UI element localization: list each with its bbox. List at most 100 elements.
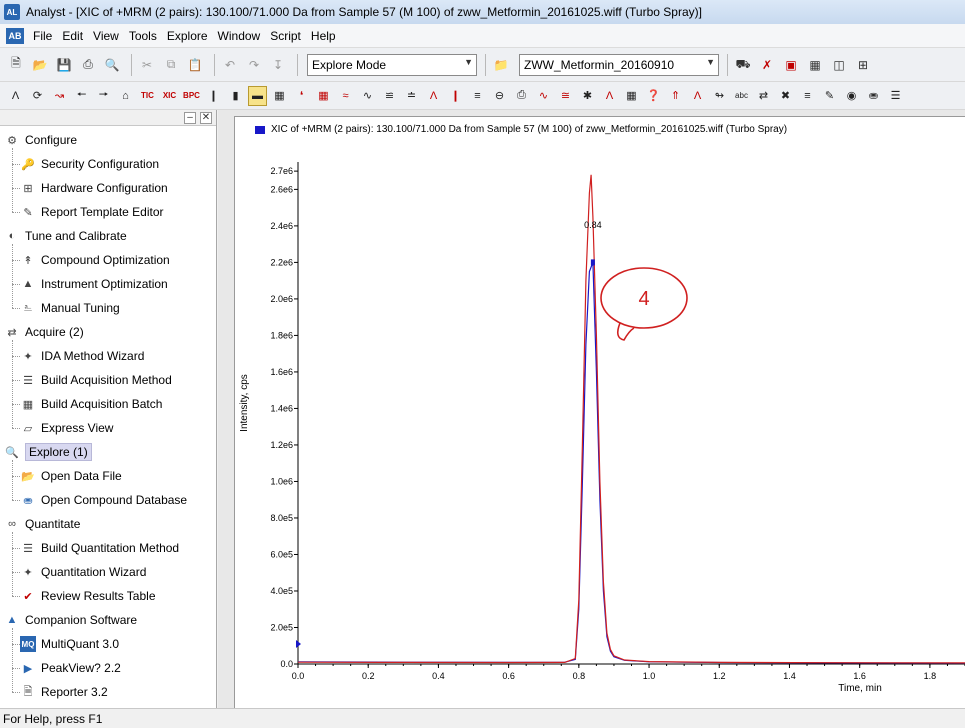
nav-item-acquire-2[interactable]: ⇄ Acquire (2) (4, 322, 83, 342)
mode-select[interactable]: Explore Mode ▼ (307, 53, 477, 76)
lock-document-icon[interactable]: ▣ (781, 55, 801, 75)
baseline-icon[interactable]: ≈ (336, 86, 355, 106)
ratio-icon[interactable]: Λ (600, 86, 619, 106)
peak-label-icon[interactable]: Λ (424, 86, 443, 106)
peak-list-icon[interactable]: ▦ (314, 86, 333, 106)
nav-item-tune-and-calibrate[interactable]: ◐ Tune and Calibrate (4, 226, 127, 246)
home-icon[interactable]: ⌂ (116, 86, 135, 106)
menu-tools[interactable]: Tools (124, 27, 162, 45)
centroid-icon[interactable]: ❙ (446, 86, 465, 106)
mdi-document-icon[interactable]: AB (6, 27, 24, 44)
menu-view[interactable]: View (88, 27, 124, 45)
undo-icon[interactable]: ↶ (220, 55, 240, 75)
new-document-icon[interactable]: 🗎 (6, 55, 26, 75)
nav-item-explore-1[interactable]: 🔍 Explore (1) (4, 442, 92, 462)
nav-item-review-results-table[interactable]: ✔ Review Results Table (20, 586, 155, 606)
ladder-icon[interactable]: ≡ (798, 86, 817, 106)
nav-item-multiquant-3-0[interactable]: MQ MultiQuant 3.0 (20, 634, 119, 654)
arrow-left-icon[interactable]: 🠔 (72, 86, 91, 106)
print-preview-icon[interactable]: 🔍 (102, 55, 122, 75)
spectrum-icon[interactable]: ❙ (204, 86, 223, 106)
open-folder-icon[interactable]: 📂 (30, 55, 50, 75)
close-icon[interactable]: ✕ (200, 111, 212, 124)
clear-icon[interactable]: ↝ (50, 86, 69, 106)
print-icon[interactable]: ⎙ (78, 55, 98, 75)
nav-item-quantitate[interactable]: ∞ Quantitate (4, 514, 80, 534)
highlight-chart-icon[interactable]: ▬ (248, 85, 267, 106)
menu-help[interactable]: Help (306, 27, 341, 45)
redo-icon[interactable]: ↷ (244, 55, 264, 75)
arrow-right-icon[interactable]: 🠖 (94, 86, 113, 106)
edit-chart-icon[interactable]: ✎ (820, 86, 839, 106)
truck-icon[interactable]: ⛟ (733, 55, 753, 75)
filter-icon[interactable]: ✱ (578, 86, 597, 106)
nav-item-instrument-optimization[interactable]: ▲ Instrument Optimization (20, 274, 168, 294)
copy-icon[interactable]: ⧉ (161, 55, 181, 75)
overlay-icon[interactable]: ≐ (402, 86, 421, 106)
menu-window[interactable]: Window (213, 27, 266, 45)
cross-arrow-icon[interactable]: ✖ (776, 86, 795, 106)
menu-edit[interactable]: Edit (57, 27, 88, 45)
subtract-icon[interactable]: ⊖ (490, 86, 509, 106)
project-select[interactable]: ZWW_Metformin_20160910 ▼ (519, 53, 719, 76)
arrows-icon[interactable]: ⇄ (754, 86, 773, 106)
nav-item-manual-tuning[interactable]: ⎁ Manual Tuning (20, 298, 120, 318)
grid-window-icon[interactable]: ⊞ (853, 55, 873, 75)
nav-item-security-configuration[interactable]: 🔑 Security Configuration (20, 154, 159, 174)
nav-item-compound-optimization[interactable]: ↟ Compound Optimization (20, 250, 169, 270)
threshold-icon[interactable]: ≡ (468, 86, 487, 106)
xic-chart[interactable]: 0.0 2.0e5 4.0e5 6.0e5 8.0e5 1.0e6 1.2e6 1.4e6 1.… (234, 150, 965, 706)
peak-arrows-icon[interactable]: ⇑ (666, 86, 685, 106)
companion-icon: ▲ (6, 614, 18, 626)
download-icon[interactable]: ↧ (268, 55, 288, 75)
database-icon[interactable]: ⛂ (864, 86, 883, 106)
menu-explore[interactable]: Explore (162, 27, 213, 45)
nav-item-open-data-file[interactable]: 📂 Open Data File (20, 466, 122, 486)
nav-item-companion-software[interactable]: ▲ Companion Software (4, 610, 138, 630)
help-query-icon[interactable]: ❓ (644, 86, 663, 106)
split-window-icon[interactable]: ◫ (829, 55, 849, 75)
chevron-down-icon[interactable]: ▼ (706, 57, 715, 67)
cut-icon[interactable]: ✂ (137, 55, 157, 75)
nav-item-open-compound-database[interactable]: ⛂ Open Compound Database (20, 490, 187, 510)
nav-item-configure[interactable]: ⚙ Configure (4, 130, 77, 150)
chart-peaks-icon[interactable]: Λ (6, 86, 25, 106)
bpc-icon[interactable]: BPC (182, 86, 201, 106)
calc-peaks-icon[interactable]: ❛ (292, 86, 311, 106)
nav-item-build-acquisition-batch[interactable]: ▦ Build Acquisition Batch (20, 394, 163, 414)
refresh-icon[interactable]: ⟳ (28, 86, 47, 106)
nav-item-build-quantitation-method[interactable]: ☰ Build Quantitation Method (20, 538, 179, 558)
xic-icon[interactable]: XIC (160, 86, 179, 106)
chevron-down-icon[interactable]: ▼ (464, 57, 473, 67)
jump-icon[interactable]: ↬ (710, 86, 729, 106)
printer-chart-icon[interactable]: ⎙ (512, 86, 531, 106)
paste-icon[interactable]: 📋 (185, 55, 205, 75)
stop-icon[interactable]: ✗ (757, 55, 777, 75)
noise-icon[interactable]: ≅ (556, 86, 575, 106)
smooth-icon[interactable]: ∿ (358, 86, 377, 106)
menu-file[interactable]: File (28, 27, 57, 45)
menu-script[interactable]: Script (265, 27, 306, 45)
palette-icon[interactable]: ◉ (842, 86, 861, 106)
navbar-pin-icon[interactable]: – (184, 111, 196, 124)
tic-icon[interactable]: TIC (138, 86, 157, 106)
bars-icon[interactable]: ▮ (226, 86, 245, 106)
nav-item-build-acquisition-method[interactable]: ☰ Build Acquisition Method (20, 370, 172, 390)
nav-item-report-template-editor[interactable]: ✎ Report Template Editor (20, 202, 163, 222)
mark-peak-icon[interactable]: Λ (688, 86, 707, 106)
window-icon[interactable]: ▦ (805, 55, 825, 75)
project-folder-icon[interactable]: 📁 (491, 55, 511, 75)
nav-item-hardware-configuration[interactable]: ⊞ Hardware Configuration (20, 178, 167, 198)
save-icon[interactable]: 💾 (54, 55, 74, 75)
table-chart-icon[interactable]: ▦ (270, 86, 289, 106)
nav-item-quantitation-wizard[interactable]: ✦ Quantitation Wizard (20, 562, 146, 582)
nav-item-ida-method-wizard[interactable]: ✦ IDA Method Wizard (20, 346, 144, 366)
nav-item-reporter-3-2[interactable]: 🗎 Reporter 3.2 (20, 682, 108, 702)
zigzag-icon[interactable]: ≌ (380, 86, 399, 106)
nav-item-express-view[interactable]: ▱ Express View (20, 418, 114, 438)
nav-item-peakview-2-2[interactable]: ▶ PeakView? 2.2 (20, 658, 121, 678)
label-abc-icon[interactable]: abc (732, 86, 751, 106)
wave-red-icon[interactable]: ∿ (534, 86, 553, 106)
list-icon[interactable]: ☰ (886, 86, 905, 106)
skyline-icon[interactable]: ▦ (622, 86, 641, 106)
